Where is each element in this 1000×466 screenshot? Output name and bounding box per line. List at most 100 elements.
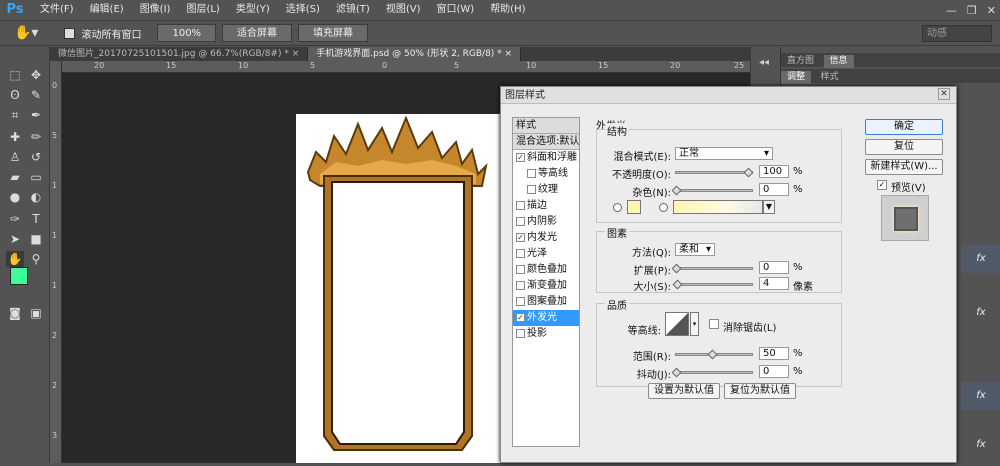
size-field[interactable]: 4 — [759, 277, 789, 290]
checkbox-icon[interactable] — [516, 296, 525, 306]
tab-styles[interactable]: 样式 — [815, 71, 845, 84]
checkbox-icon[interactable]: ✓ — [516, 152, 525, 162]
layer-fx-badge[interactable]: fx — [961, 431, 1000, 459]
menu-view[interactable]: 视图(V) — [378, 0, 429, 20]
style-item-inner-glow[interactable]: ✓ 内发光 — [513, 230, 579, 246]
eraser-tool-icon[interactable]: ▰ — [6, 169, 24, 185]
reset-default-button[interactable]: 复位为默认值 — [724, 383, 796, 399]
pen-tool-icon[interactable]: ✑ — [6, 211, 24, 227]
noise-slider[interactable] — [675, 189, 753, 192]
spread-slider-knob[interactable] — [671, 263, 682, 274]
menu-select[interactable]: 选择(S) — [278, 0, 328, 20]
checkbox-icon[interactable]: ✓ — [516, 312, 525, 322]
zoom-100-button[interactable]: 100% — [157, 24, 217, 42]
restore-button[interactable]: ❐ — [967, 4, 977, 17]
collapse-icon[interactable]: ◂◂ — [759, 57, 769, 68]
type-tool-icon[interactable]: T — [27, 211, 45, 227]
noise-slider-knob[interactable] — [671, 185, 682, 196]
checkbox-icon[interactable] — [527, 184, 536, 194]
tab-histogram[interactable]: 直方图 — [781, 55, 820, 68]
spread-slider[interactable] — [675, 267, 753, 270]
glow-color-swatch[interactable] — [627, 200, 641, 214]
layer-fx-badge[interactable]: fx — [961, 382, 1000, 410]
antialias-checkbox[interactable] — [709, 319, 719, 329]
minimize-button[interactable]: — — [946, 4, 957, 17]
style-item-drop-shadow[interactable]: 投影 — [513, 326, 579, 342]
menu-type[interactable]: 类型(Y) — [228, 0, 278, 20]
jitter-slider-knob[interactable] — [671, 367, 682, 378]
history-brush-icon[interactable]: ↺ — [27, 149, 45, 165]
checkbox-icon[interactable] — [516, 264, 525, 274]
shape-tool-icon[interactable]: ■ — [27, 231, 45, 247]
menu-file[interactable]: 文件(F) — [32, 0, 82, 20]
checkbox-icon[interactable] — [516, 328, 525, 338]
hand-tool-icon[interactable]: ✋ — [6, 251, 24, 267]
close-window-button[interactable]: ✕ — [987, 4, 996, 17]
hand-tool-icon[interactable]: ✋▾ — [14, 25, 38, 41]
stamp-tool-icon[interactable]: ♙ — [6, 149, 24, 165]
menu-image[interactable]: 图像(I) — [132, 0, 179, 20]
menu-layer[interactable]: 图层(L) — [178, 0, 227, 20]
fill-screen-button[interactable]: 填充屏幕 — [298, 24, 369, 42]
style-item-stroke[interactable]: 描边 — [513, 198, 579, 214]
chevron-down-icon[interactable]: ▾ — [690, 312, 699, 336]
blending-options-item[interactable]: 混合选项:默认 — [513, 134, 579, 150]
ok-button[interactable]: 确定 — [865, 119, 943, 135]
checkbox-icon[interactable] — [516, 200, 525, 210]
technique-select[interactable]: 柔和 ▾ — [675, 243, 715, 256]
checkbox-icon[interactable] — [527, 168, 536, 178]
blur-tool-icon[interactable]: ● — [6, 189, 24, 205]
menu-filter[interactable]: 滤镜(T) — [328, 0, 378, 20]
range-field[interactable]: 50 — [759, 347, 789, 360]
dialog-close-button[interactable]: ✕ — [938, 88, 950, 100]
path-select-icon[interactable]: ➤ — [6, 231, 24, 247]
reset-button[interactable]: 复位 — [865, 139, 943, 155]
menu-help[interactable]: 帮助(H) — [482, 0, 533, 20]
crop-tool-icon[interactable]: ⌗ — [6, 107, 24, 123]
eyedropper-tool-icon[interactable]: ✒ — [27, 107, 45, 123]
contour-picker[interactable] — [665, 312, 689, 336]
opacity-slider[interactable] — [675, 171, 753, 174]
gradient-tool-icon[interactable]: ▭ — [27, 169, 45, 185]
glow-gradient-picker[interactable] — [673, 200, 763, 214]
workspace-select[interactable]: 动感 — [922, 25, 992, 42]
tab-document-2[interactable]: 手机游戏界面.psd @ 50% (形状 2, RGB/8) * × — [308, 47, 522, 61]
new-style-button[interactable]: 新建样式(W)... — [865, 159, 943, 175]
healing-tool-icon[interactable]: ✚ — [6, 129, 24, 145]
make-default-button[interactable]: 设置为默认值 — [648, 383, 720, 399]
move-tool-icon[interactable]: ✥ — [27, 67, 45, 83]
style-item-outer-glow[interactable]: ✓ 外发光 — [513, 310, 579, 326]
quick-select-tool-icon[interactable]: ✎ — [27, 87, 45, 103]
spread-field[interactable]: 0 — [759, 261, 789, 274]
checkbox-icon[interactable]: ✓ — [516, 232, 525, 242]
size-slider[interactable] — [675, 283, 753, 286]
opacity-field[interactable]: 100 — [759, 165, 789, 178]
noise-field[interactable]: 0 — [759, 183, 789, 196]
style-item-pattern-overlay[interactable]: 图案叠加 — [513, 294, 579, 310]
blend-mode-select[interactable]: 正常 ▾ — [675, 147, 773, 160]
style-item-bevel-emboss[interactable]: ✓ 斜面和浮雕 — [513, 150, 579, 166]
zoom-tool-icon[interactable]: ⚲ — [27, 251, 45, 267]
opacity-slider-knob[interactable] — [743, 167, 754, 178]
style-list-header[interactable]: 样式 — [513, 118, 579, 134]
scroll-all-checkbox[interactable] — [64, 27, 76, 39]
style-item-contour[interactable]: 等高线 — [513, 166, 579, 182]
tab-document-1[interactable]: 微信图片_20170725101501.jpg @ 66.7%(RGB/8#) … — [50, 47, 309, 61]
style-item-texture[interactable]: 纹理 — [513, 182, 579, 198]
jitter-field[interactable]: 0 — [759, 365, 789, 378]
layer-fx-badge[interactable]: fx — [961, 245, 1000, 273]
style-item-color-overlay[interactable]: 颜色叠加 — [513, 262, 579, 278]
style-item-gradient-overlay[interactable]: 渐变叠加 — [513, 278, 579, 294]
checkbox-icon[interactable] — [516, 248, 525, 258]
tab-info[interactable]: 信息 — [823, 55, 854, 68]
style-item-satin[interactable]: 光泽 — [513, 246, 579, 262]
menu-window[interactable]: 窗口(W) — [428, 0, 482, 20]
size-slider-knob[interactable] — [672, 279, 683, 290]
screen-mode-icon[interactable]: ▣ — [27, 305, 45, 321]
document-canvas[interactable] — [296, 114, 506, 463]
jitter-slider[interactable] — [675, 371, 753, 374]
style-item-inner-shadow[interactable]: 内阴影 — [513, 214, 579, 230]
dodge-tool-icon[interactable]: ◐ — [27, 189, 45, 205]
checkbox-icon[interactable] — [516, 216, 525, 226]
foreground-color-swatch[interactable] — [10, 267, 28, 285]
